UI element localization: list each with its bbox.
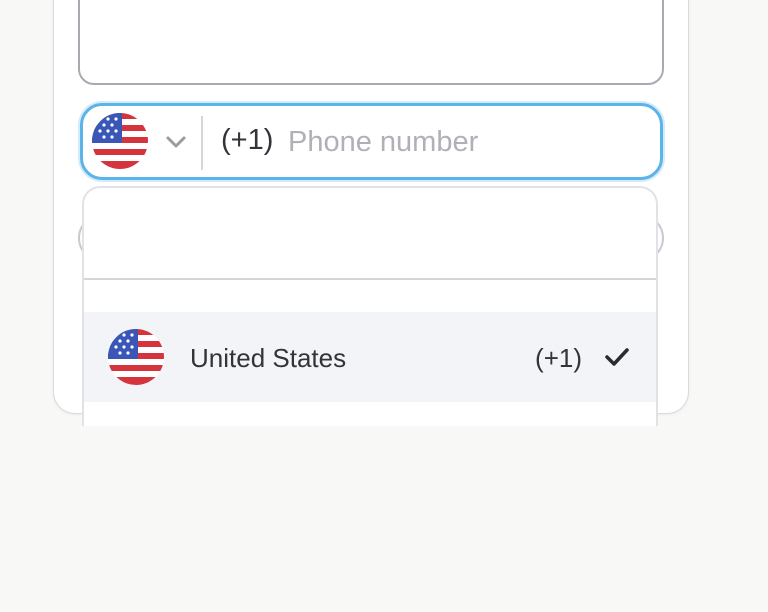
country-option-code: (+1) bbox=[535, 343, 582, 373]
chevron-down-icon bbox=[166, 136, 186, 148]
field-divider bbox=[201, 116, 203, 170]
dropdown-divider bbox=[84, 278, 656, 280]
message-textarea[interactable] bbox=[78, 0, 664, 85]
country-option-name: United States bbox=[190, 343, 347, 373]
checkmark-icon bbox=[605, 348, 629, 366]
phone-number-input[interactable] bbox=[288, 116, 648, 168]
country-search-area[interactable] bbox=[84, 188, 656, 278]
country-dropdown: United States (+1) bbox=[82, 186, 658, 426]
us-flag-icon bbox=[92, 113, 148, 169]
dial-code-prefix: (+1) bbox=[221, 124, 274, 156]
country-search-input[interactable] bbox=[84, 188, 656, 278]
country-option-united-states[interactable]: United States (+1) bbox=[84, 312, 656, 402]
country-selector-button[interactable] bbox=[89, 113, 199, 169]
us-flag-icon bbox=[108, 329, 164, 385]
phone-field[interactable]: (+1) bbox=[80, 103, 663, 180]
